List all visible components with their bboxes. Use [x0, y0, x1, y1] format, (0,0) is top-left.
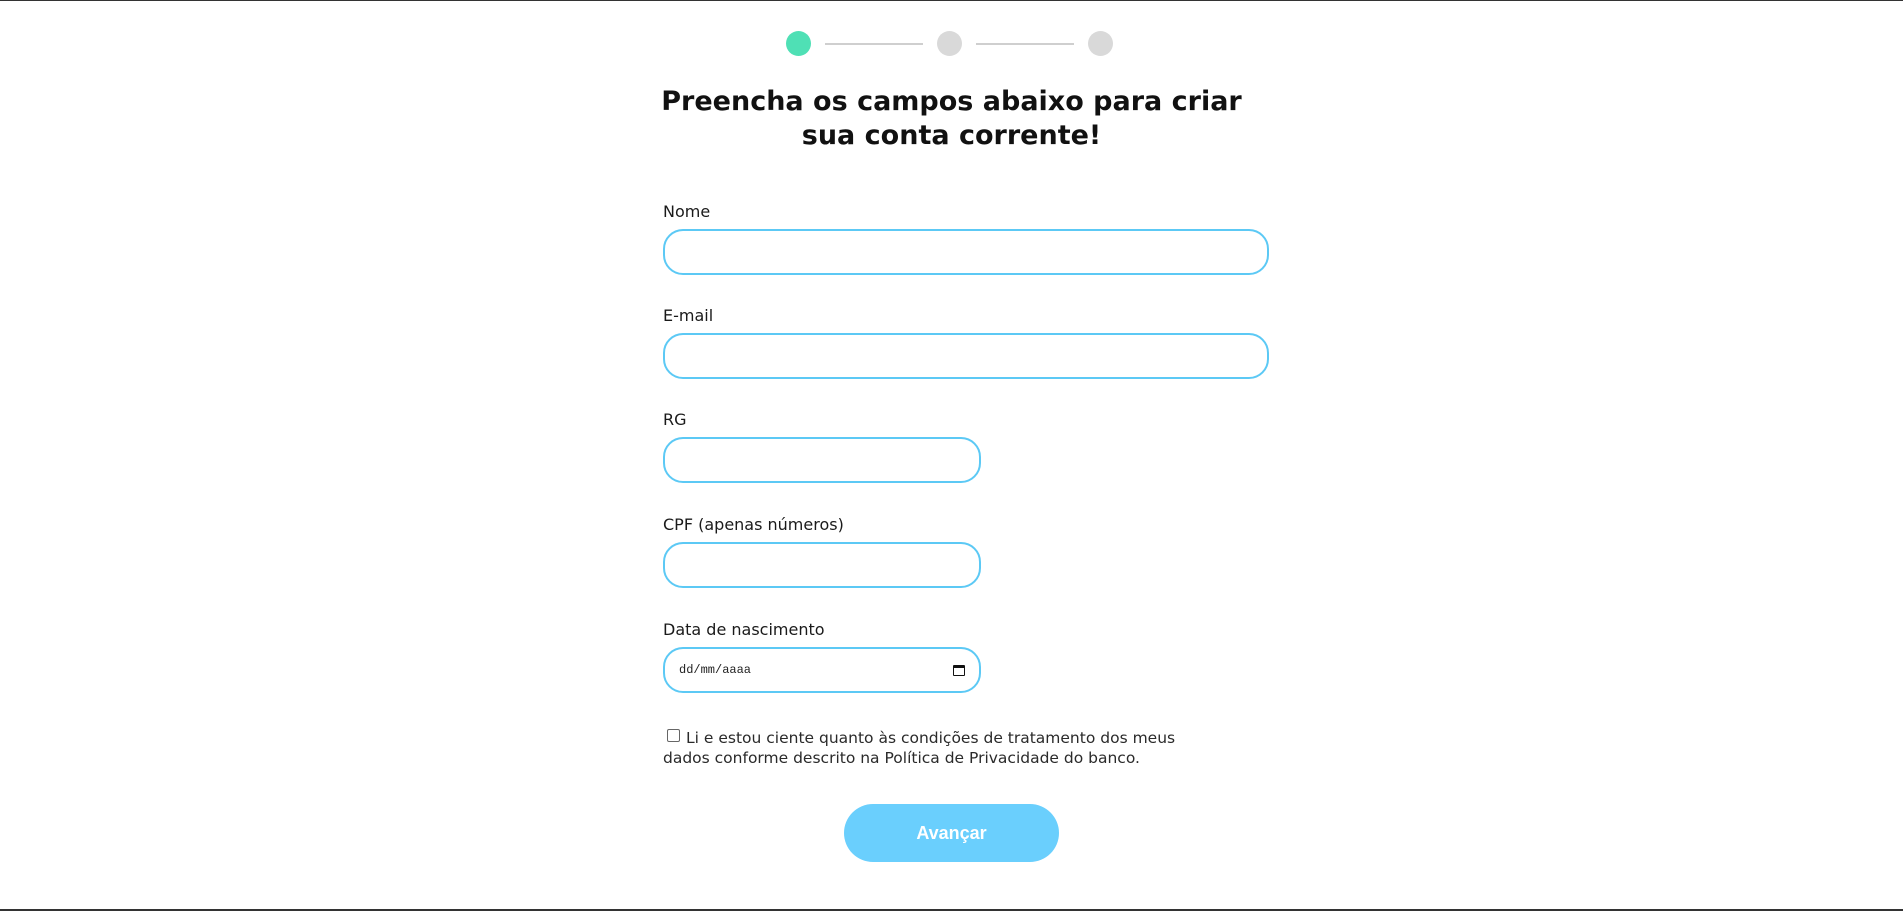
rg-input[interactable]: [663, 437, 981, 483]
page-title: Preencha os campos abaixo para criar sua…: [0, 85, 1903, 153]
progress-stepper: [786, 31, 1113, 56]
nome-input[interactable]: [663, 229, 1269, 275]
nascimento-label: Data de nascimento: [663, 620, 825, 639]
advance-button[interactable]: Avançar: [844, 804, 1059, 862]
privacy-consent-text: Li e estou ciente quanto às condições de…: [663, 729, 1176, 767]
page-title-line-1: Preencha os campos abaixo para criar: [661, 86, 1242, 117]
step-1-indicator: [786, 31, 811, 56]
cpf-input[interactable]: [663, 542, 981, 588]
privacy-consent: Li e estou ciente quanto às condições de…: [663, 728, 1223, 768]
nascimento-field-group: Data de nascimento dd/mm/aaaa: [663, 619, 981, 693]
step-connector: [825, 42, 923, 45]
email-field-group: E-mail: [663, 305, 1269, 379]
calendar-icon[interactable]: [953, 664, 965, 676]
nome-field-group: Nome: [663, 201, 1269, 275]
birthdate-input[interactable]: dd/mm/aaaa: [663, 647, 981, 693]
step-connector: [976, 42, 1074, 45]
step-3-indicator: [1088, 31, 1113, 56]
email-label: E-mail: [663, 306, 714, 325]
page-title-line-2: sua conta corrente!: [801, 120, 1102, 151]
nome-label: Nome: [663, 202, 711, 221]
rg-label: RG: [663, 410, 687, 429]
cpf-label: CPF (apenas números): [663, 515, 844, 534]
email-input[interactable]: [663, 333, 1269, 379]
cpf-field-group: CPF (apenas números): [663, 514, 981, 588]
rg-field-group: RG: [663, 409, 981, 483]
step-2-indicator: [937, 31, 962, 56]
privacy-consent-checkbox[interactable]: [667, 729, 680, 742]
birthdate-placeholder: dd/mm/aaaa: [679, 663, 752, 677]
